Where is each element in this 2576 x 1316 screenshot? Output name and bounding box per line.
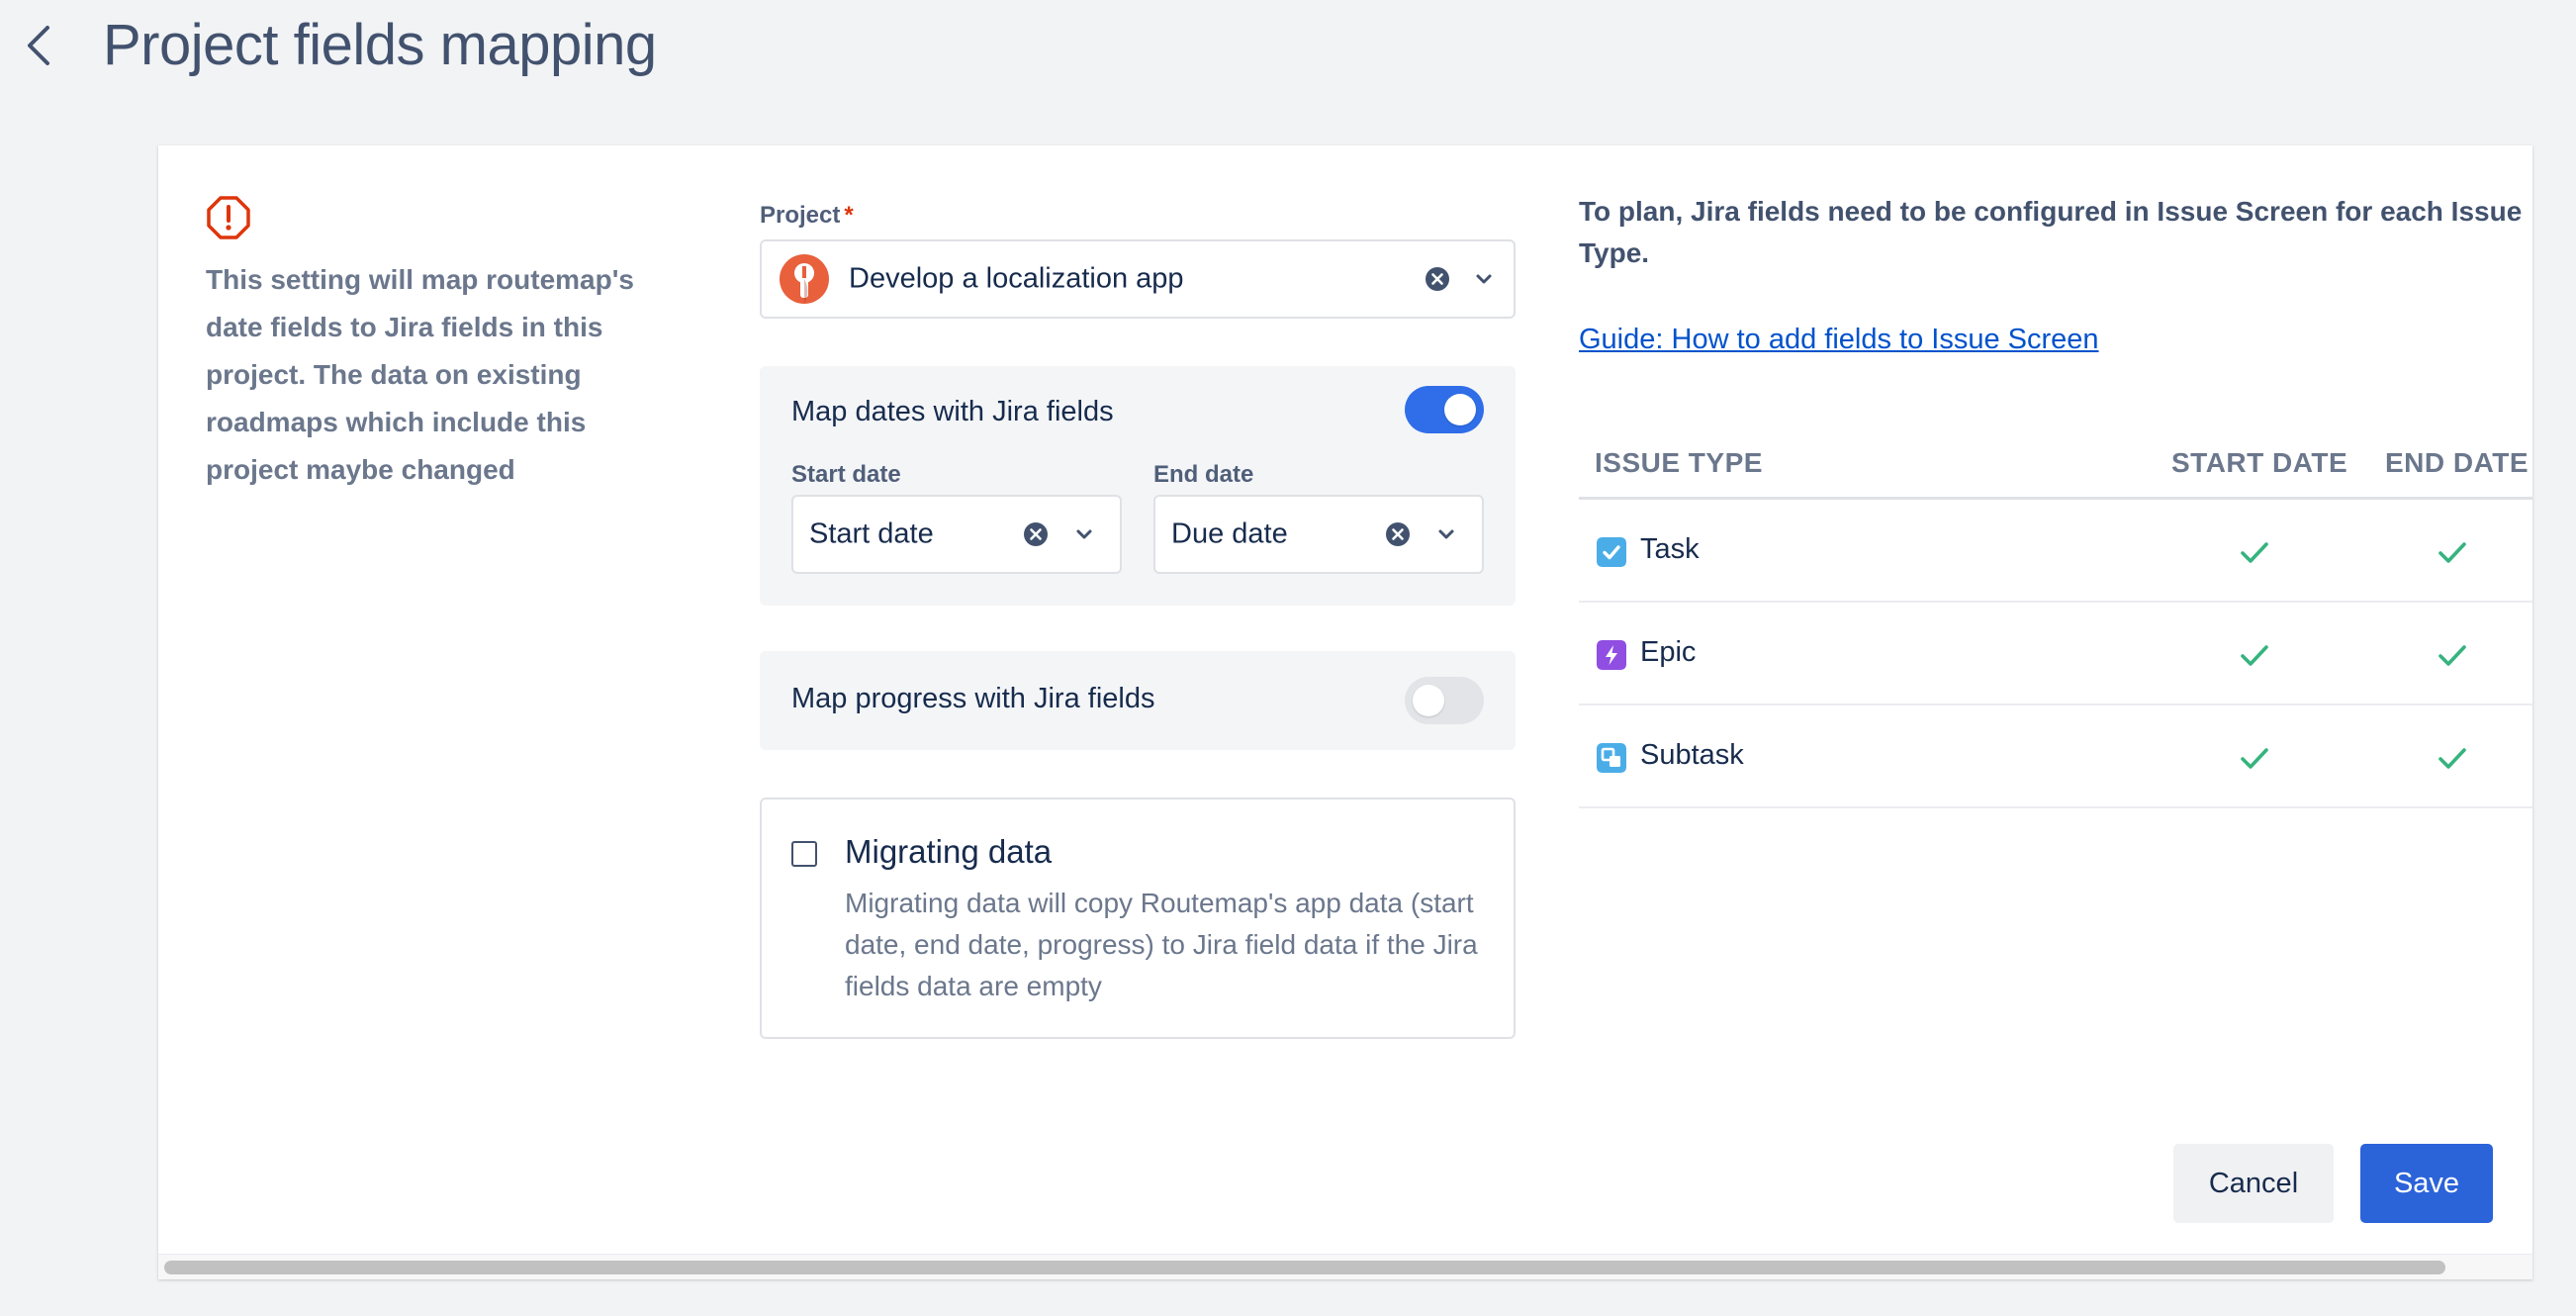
warning-icon — [207, 196, 250, 239]
epic-icon — [1597, 640, 1626, 670]
map-progress-toggle[interactable] — [1405, 677, 1484, 724]
migrate-data-box: Migrating data Migrating data will copy … — [760, 798, 1516, 1039]
clear-icon[interactable] — [1023, 521, 1049, 547]
start-date-select[interactable]: Start date — [791, 495, 1122, 574]
required-mark: * — [844, 202, 854, 229]
scrollbar-thumb[interactable] — [164, 1261, 2445, 1274]
map-dates-toggle[interactable] — [1405, 386, 1484, 433]
chevron-down-icon[interactable] — [1472, 267, 1496, 291]
project-label-text: Project — [760, 202, 841, 229]
column-header-end-date: END DATE — [2385, 447, 2530, 478]
project-label: Project * — [760, 202, 854, 230]
project-select-value: Develop a localization app — [849, 262, 1184, 295]
migrate-data-description: Migrating data will copy Routemap's app … — [845, 888, 1478, 1001]
chevron-left-icon — [28, 26, 49, 65]
table-row: Epic — [1579, 603, 2532, 705]
clear-icon[interactable] — [1385, 521, 1411, 547]
end-date-select[interactable]: Due date — [1153, 495, 1484, 574]
checkmark-icon — [2438, 542, 2466, 563]
migrate-data-title: Migrating data — [845, 833, 1053, 870]
project-avatar-icon — [780, 254, 829, 304]
chevron-down-icon[interactable] — [1072, 522, 1096, 546]
checkmark-icon — [2438, 645, 2466, 666]
checkmark-icon — [2438, 748, 2466, 769]
start-date-label: Start date — [791, 461, 901, 488]
end-date-select-value: Due date — [1171, 517, 1288, 550]
map-dates-panel: Map dates with Jira fields Start date St… — [760, 366, 1516, 606]
end-date-label: End date — [1153, 461, 1254, 488]
map-dates-label: Map dates with Jira fields — [791, 396, 1114, 427]
toggle-knob — [1444, 394, 1476, 425]
start-date-select-value: Start date — [809, 517, 934, 550]
page-title: Project fields mapping — [103, 13, 657, 77]
column-header-issue-type: ISSUE TYPE — [1595, 447, 1763, 478]
mapping-info-text: This setting will map routemap's date fi… — [206, 264, 634, 485]
task-icon — [1597, 537, 1626, 567]
save-button[interactable]: Save — [2360, 1144, 2493, 1223]
cancel-button[interactable]: Cancel — [2173, 1144, 2334, 1223]
table-row: Task — [1579, 500, 2532, 603]
mapping-card: This setting will map routemap's date fi… — [158, 145, 2532, 1279]
subtask-icon — [1597, 743, 1626, 773]
project-select[interactable]: Develop a localization app — [760, 239, 1516, 319]
checkmark-icon — [2241, 645, 2268, 666]
page-header: Project fields mapping — [0, 0, 2576, 119]
toggle-knob — [1413, 685, 1444, 716]
migrate-data-checkbox[interactable] — [791, 841, 817, 867]
table-row: Subtask — [1579, 705, 2532, 808]
horizontal-scrollbar[interactable] — [158, 1254, 2532, 1279]
chevron-down-icon[interactable] — [1434, 522, 1458, 546]
column-header-start-date: START DATE — [2171, 447, 2348, 478]
issue-screen-note: To plan, Jira fields need to be configur… — [1579, 196, 2523, 268]
map-progress-panel: Map progress with Jira fields — [760, 651, 1516, 750]
issue-type-label: Subtask — [1640, 739, 1744, 771]
checkmark-icon — [2241, 748, 2268, 769]
map-progress-label: Map progress with Jira fields — [791, 683, 1155, 714]
issue-type-label: Epic — [1640, 636, 1697, 668]
back-button[interactable] — [18, 20, 61, 71]
issue-screen-guide-link[interactable]: Guide: How to add fields to Issue Screen — [1579, 324, 2099, 356]
issue-type-label: Task — [1640, 533, 1700, 565]
checkmark-icon — [2241, 542, 2268, 563]
clear-icon[interactable] — [1425, 266, 1450, 292]
